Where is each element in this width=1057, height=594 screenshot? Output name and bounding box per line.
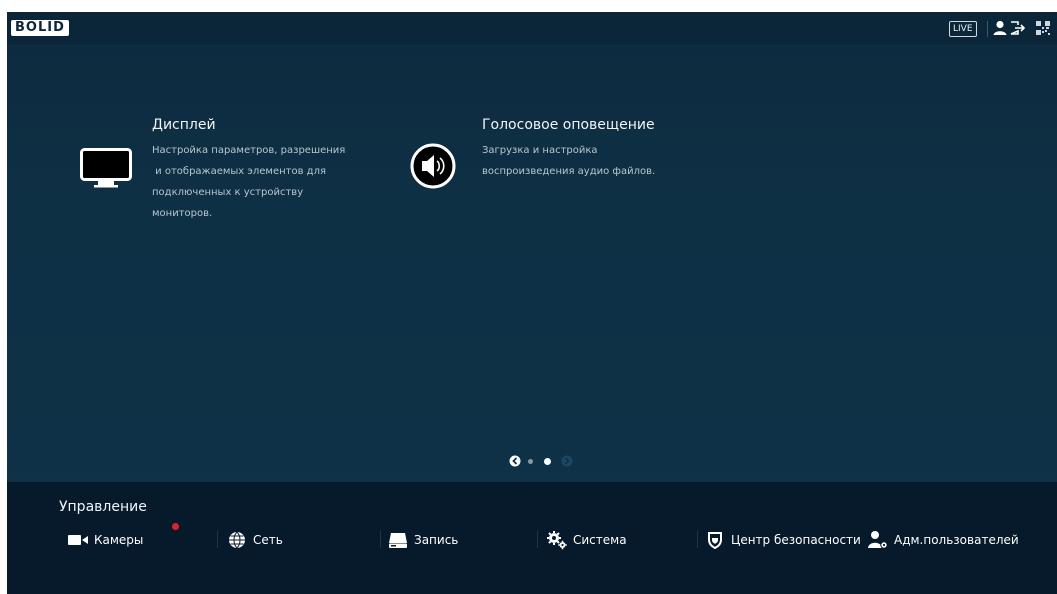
camera-icon (67, 531, 89, 549)
nav-divider (380, 530, 381, 548)
display-card-description: Настройка параметров, разрешения и отобр… (152, 140, 345, 224)
next-page-icon[interactable] (561, 455, 573, 467)
management-bar: Управление Камеры Сеть Запись Система Це… (7, 482, 1057, 594)
globe-icon (226, 531, 248, 549)
top-bar: BOLID LIVE (7, 12, 1057, 46)
live-button[interactable]: LIVE (949, 21, 977, 37)
page-dot[interactable] (528, 459, 533, 464)
main-area: BOLID LIVE Дисплей Настройка параметров,… (7, 12, 1057, 594)
hdd-icon (387, 531, 409, 549)
management-title: Управление (59, 499, 147, 515)
nav-cameras-label: Камеры (94, 533, 144, 547)
monitor-icon (80, 148, 132, 188)
nav-user-admin-label: Адм.пользователей (894, 533, 1019, 547)
page-dot-active[interactable] (544, 458, 551, 465)
shield-icon (704, 531, 726, 549)
display-desc-line: Настройка параметров, разрешения (152, 145, 346, 156)
nav-system[interactable]: Система (546, 530, 627, 550)
nav-divider (697, 530, 698, 548)
speaker-icon (410, 143, 456, 189)
gears-icon (546, 531, 568, 550)
nav-security-center-label: Центр безопасности (731, 533, 861, 547)
brand-logo[interactable]: BOLID (11, 20, 69, 36)
alert-badge (172, 523, 179, 530)
qr-code-icon[interactable] (1034, 19, 1052, 37)
nav-record-label: Запись (414, 533, 459, 547)
display-desc-line: и отображаемых элементов для (152, 166, 326, 177)
voice-card-description: Загрузка и настройка воспроизведения ауд… (482, 140, 655, 182)
nav-user-admin[interactable]: Адм.пользователей (867, 530, 1019, 550)
nav-divider (537, 530, 538, 548)
nav-network-label: Сеть (253, 533, 283, 547)
display-desc-line: подключенных к устройству (152, 187, 304, 198)
user-icon[interactable] (991, 19, 1009, 37)
top-bar-divider (987, 21, 988, 37)
app-window: BOLID LIVE Дисплей Настройка параметров,… (0, 0, 1057, 594)
display-desc-line: мониторов. (152, 208, 213, 219)
user-settings-icon (867, 531, 889, 549)
voice-desc-line: Загрузка и настройка (482, 145, 598, 156)
nav-network[interactable]: Сеть (226, 530, 283, 550)
voice-desc-line: воспроизведения аудио файлов. (482, 166, 656, 177)
nav-divider (217, 530, 218, 548)
prev-page-icon[interactable] (509, 455, 521, 467)
nav-security-center[interactable]: Центр безопасности (704, 530, 861, 550)
nav-system-label: Система (573, 533, 627, 547)
nav-cameras[interactable]: Камеры (67, 530, 143, 550)
display-card-title: Дисплей (152, 117, 216, 133)
logout-icon[interactable] (1008, 19, 1026, 37)
nav-record[interactable]: Запись (387, 530, 458, 550)
voice-card-title: Голосовое оповещение (482, 117, 655, 133)
